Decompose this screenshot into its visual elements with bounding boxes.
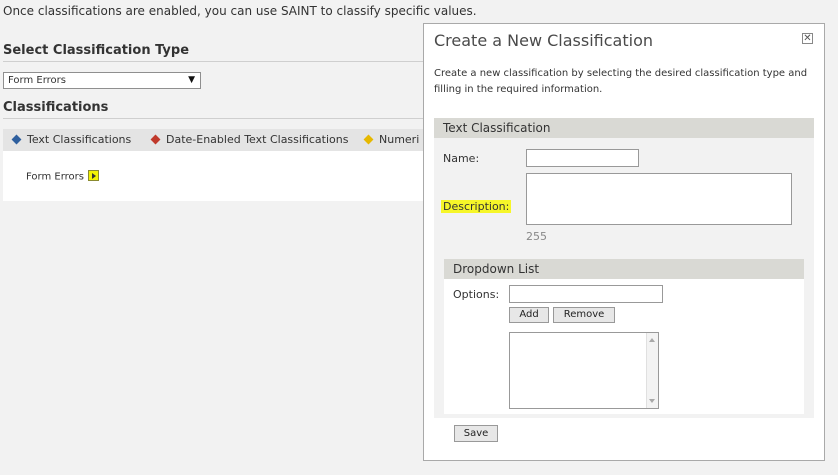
options-listbox[interactable]	[509, 332, 659, 409]
legend-label: Numeri	[379, 133, 420, 146]
divider	[3, 61, 433, 62]
expand-arrow-icon[interactable]	[87, 170, 99, 181]
description-label: Description:	[441, 200, 512, 213]
dialog-description: Create a new classification by selecting…	[434, 68, 808, 95]
blue-diamond-icon	[11, 134, 22, 144]
description-field[interactable]	[526, 173, 792, 225]
options-label: Options:	[453, 288, 500, 301]
name-label: Name:	[443, 152, 480, 165]
close-icon[interactable]: ✕	[802, 33, 813, 44]
intro-text: Once classifications are enabled, you ca…	[3, 4, 477, 18]
create-classification-dialog: Create a New Classification ✕ Create a n…	[423, 23, 825, 461]
classification-type-selected: Form Errors	[8, 75, 66, 86]
chevron-down-icon: ▼	[188, 75, 195, 85]
options-field[interactable]	[509, 285, 663, 303]
legend-label: Text Classifications	[27, 133, 132, 146]
text-classification-header: Text Classification	[434, 118, 814, 138]
remove-button[interactable]: Remove	[553, 307, 615, 323]
select-classification-type-heading: Select Classification Type	[3, 43, 190, 58]
classification-item-form-errors: Form Errors	[26, 170, 99, 183]
legend-text-classifications: Text Classifications	[11, 133, 132, 146]
dropdown-list-header: Dropdown List	[444, 259, 804, 279]
listbox-scrollbar[interactable]	[646, 333, 658, 408]
dropdown-list-group: Dropdown List Options: Add Remove	[444, 259, 804, 414]
save-button[interactable]: Save	[454, 425, 498, 442]
legend-label: Date-Enabled Text Classifications	[166, 133, 349, 146]
description-label-wrap: Description:	[441, 200, 512, 213]
name-field[interactable]	[526, 149, 639, 167]
scroll-down-arrow-icon[interactable]	[649, 399, 655, 403]
classifications-heading: Classifications	[3, 100, 109, 115]
red-diamond-icon	[150, 134, 161, 144]
classification-legend: Text Classifications Date-Enabled Text C…	[3, 129, 433, 151]
classification-type-select[interactable]: Form Errors ▼	[3, 72, 201, 89]
classifications-panel: Form Errors	[3, 151, 433, 201]
character-count: 255	[526, 230, 547, 243]
classification-item-label: Form Errors	[26, 171, 84, 183]
add-button[interactable]: Add	[509, 307, 549, 323]
divider	[3, 118, 433, 119]
yellow-diamond-icon	[363, 134, 374, 144]
scroll-up-arrow-icon[interactable]	[649, 338, 655, 342]
legend-date-enabled-text-classifications: Date-Enabled Text Classifications	[150, 133, 349, 146]
dialog-title: Create a New Classification	[434, 31, 653, 50]
legend-numeric-classifications: Numeri	[363, 133, 420, 146]
